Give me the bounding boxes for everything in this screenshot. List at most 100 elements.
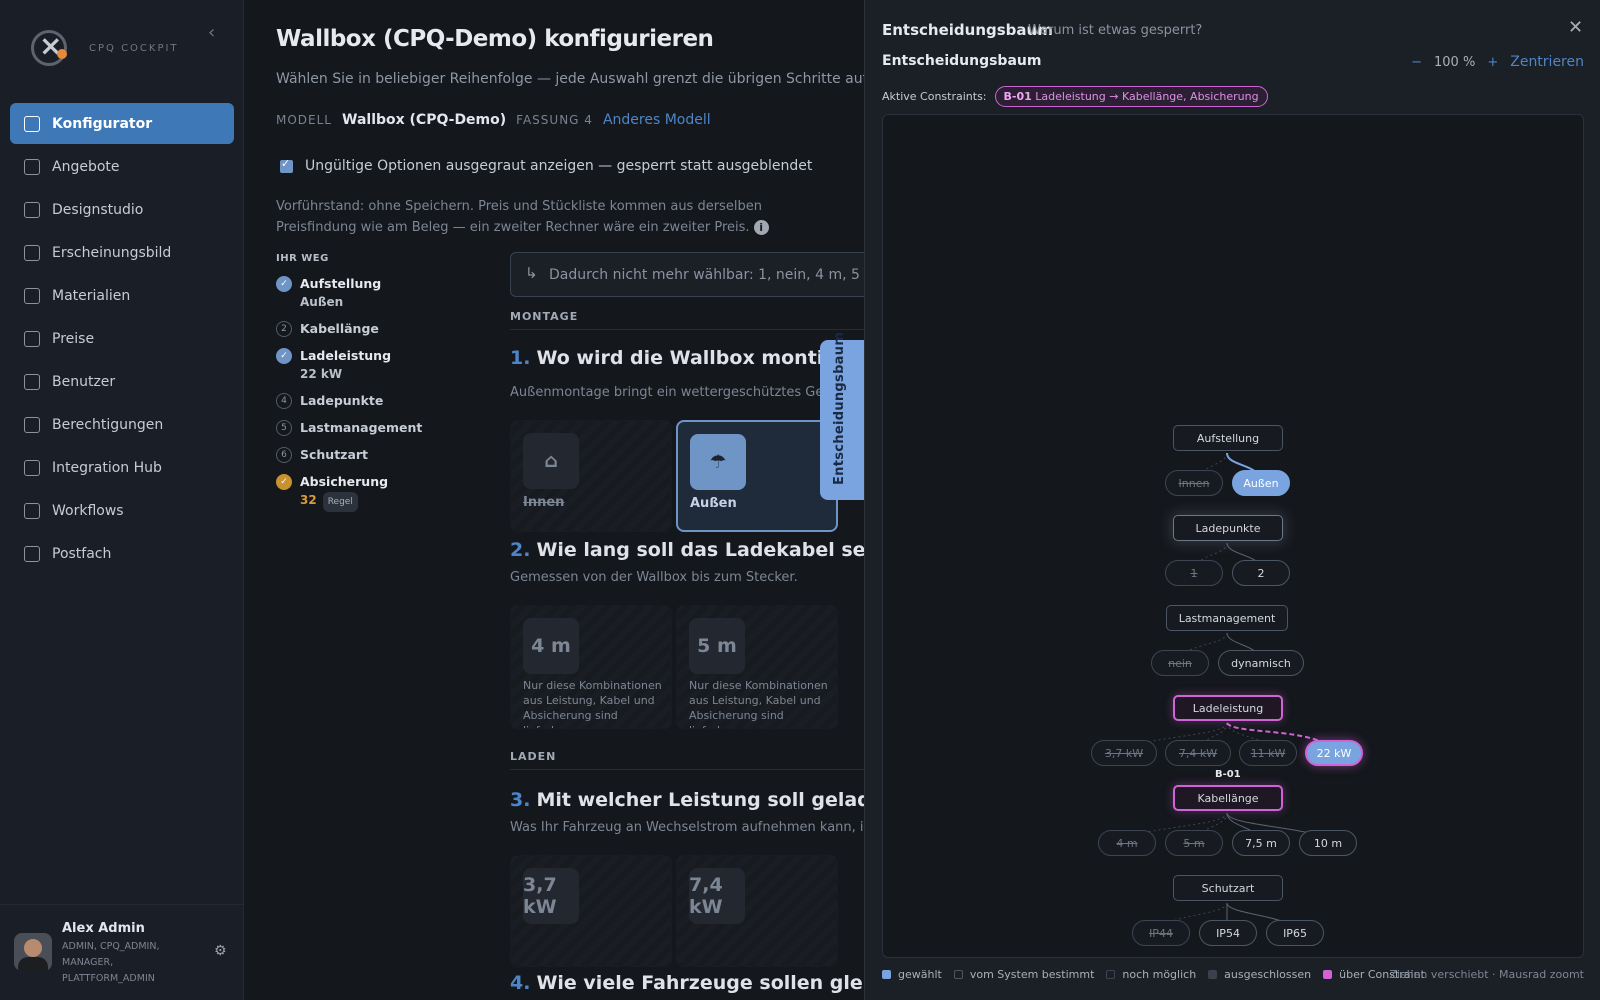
step-kabellaenge[interactable]: 2 Kabellänge	[276, 320, 466, 338]
tree-option-7-4kw[interactable]: 7,4 kW	[1165, 740, 1231, 766]
tree-option-nein[interactable]: nein	[1151, 650, 1209, 676]
constraint-chip[interactable]: B-01 Ladeleistung → Kabellänge, Absicher…	[994, 86, 1268, 107]
step-schutzart[interactable]: 6 Schutzart	[276, 446, 466, 464]
decision-tree-tab[interactable]: Entscheidungsbaum	[820, 332, 864, 500]
tree-option-dynamisch[interactable]: dynamisch	[1218, 650, 1304, 676]
sidebar-item-label: Integration Hub	[52, 459, 162, 476]
sidebar-item-label: Postfach	[52, 545, 112, 562]
question-number: 1.	[510, 347, 531, 369]
user-roles: ADMIN, CPQ_ADMIN, MANAGER, PLATTFORM_ADM…	[62, 941, 160, 984]
constraint-text: Ladeleistung → Kabellänge, Absicherung	[1035, 90, 1259, 103]
option-aussen[interactable]: ☂ Außen	[676, 420, 838, 532]
option-7-4kw[interactable]: 7,4 kW	[676, 855, 838, 967]
step-number: 6	[276, 447, 292, 463]
option-label: Innen	[523, 495, 565, 510]
settings-sliders-icon[interactable]: ⚙	[214, 943, 227, 959]
step-value: Außen	[300, 295, 344, 309]
tree-option-innen[interactable]: Innen	[1165, 470, 1223, 496]
question-1: 1. Wo wird die Wallbox montiert?	[510, 347, 864, 369]
question-number: 2.	[510, 539, 531, 561]
sidebar-item-label: Berechtigungen	[52, 416, 164, 433]
legend-swatch	[1106, 970, 1116, 979]
tree-option-ip65[interactable]: IP65	[1266, 920, 1324, 946]
tree-option-10m[interactable]: 10 m	[1299, 830, 1357, 856]
change-model-link[interactable]: Anderes Modell	[603, 112, 711, 128]
question-number: 3.	[510, 789, 531, 811]
sidebar-item-erscheinungsbild[interactable]: Erscheinungsbild	[10, 232, 234, 273]
option-3-7kw[interactable]: 3,7 kW	[510, 855, 672, 967]
center-button[interactable]: Zentrieren	[1510, 54, 1584, 70]
tree-canvas[interactable]: Aufstellung Innen Außen Ladepunkte 1 2 L…	[882, 114, 1584, 958]
sidebar-item-materialien[interactable]: Materialien	[10, 275, 234, 316]
step-absicherung[interactable]: ✓ Absicherung 32 Regel	[276, 473, 466, 512]
sidebar-item-benutzer[interactable]: Benutzer	[10, 361, 234, 402]
step-ladepunkte[interactable]: 4 Ladepunkte	[276, 392, 466, 410]
steps-title: IHR WEG	[276, 253, 329, 264]
tree-option-11kw[interactable]: 11 kW	[1239, 740, 1297, 766]
tree-option-4m[interactable]: 4 m	[1098, 830, 1156, 856]
tree-node-aufstellung[interactable]: Aufstellung	[1173, 425, 1283, 451]
brand-name: CPQ COCKPIT	[89, 43, 179, 54]
show-invalid-toggle[interactable]: Ungültige Optionen ausgegraut anzeigen —…	[280, 157, 812, 174]
legend-swatch	[1208, 970, 1218, 979]
tree-option-ip54[interactable]: IP54	[1199, 920, 1257, 946]
step-value: 22 kW	[300, 367, 343, 381]
avatar[interactable]	[14, 933, 52, 971]
option-badge: 5 m	[689, 618, 745, 674]
tree-option-ip44[interactable]: IP44	[1132, 920, 1190, 946]
section-montage: MONTAGE	[510, 310, 864, 330]
option-5m[interactable]: 5 m Nur diese Kombinationen aus Leistung…	[676, 605, 838, 729]
step-aufstellung[interactable]: ✓ Aufstellung Außen	[276, 275, 466, 311]
model-row: MODELL Wallbox (CPQ-Demo) FASSUNG 4 Ande…	[276, 112, 711, 128]
tree-option-3-7kw[interactable]: 3,7 kW	[1091, 740, 1157, 766]
step-ladeleistung[interactable]: ✓ Ladeleistung 22 kW	[276, 347, 466, 383]
sidebar-item-postfach[interactable]: Postfach	[10, 533, 234, 574]
show-invalid-checkbox[interactable]	[280, 157, 293, 173]
zoom-in-button[interactable]: +	[1487, 55, 1498, 70]
steps-list: ✓ Aufstellung Außen 2 Kabellänge ✓ Ladel…	[276, 275, 466, 521]
step-lastmanagement[interactable]: 5 Lastmanagement	[276, 419, 466, 437]
cube-icon	[24, 201, 40, 218]
tree-option-22kw[interactable]: 22 kW	[1305, 740, 1363, 766]
zoom-level: 100 %	[1434, 54, 1476, 70]
return-arrow-icon: ↳	[525, 264, 538, 282]
tree-option-aussen[interactable]: Außen	[1232, 470, 1290, 496]
tree-node-kabellaenge[interactable]: Kabellänge	[1173, 785, 1283, 811]
step-check-icon: ✓	[276, 276, 292, 292]
question-4: 4.Wie viele Fahrzeuge sollen gleichzeiti	[510, 972, 864, 994]
collapse-sidebar-icon[interactable]: ‹	[208, 22, 215, 43]
step-name: Kabellänge	[300, 321, 379, 336]
info-icon[interactable]: i	[753, 220, 769, 235]
sidebar-item-konfigurator[interactable]: Konfigurator	[10, 103, 234, 144]
tree-option-7-5m[interactable]: 7,5 m	[1232, 830, 1290, 856]
close-icon[interactable]: ✕	[1568, 17, 1583, 38]
tree-node-schutzart[interactable]: Schutzart	[1173, 875, 1283, 901]
page-lead: Wählen Sie in beliebiger Reihenfolge — j…	[276, 71, 864, 87]
sidebar-item-angebote[interactable]: Angebote	[10, 146, 234, 187]
sidebar-item-label: Workflows	[52, 502, 124, 519]
option-4m[interactable]: 4 m Nur diese Kombinationen aus Leistung…	[510, 605, 672, 729]
step-value-text: 32	[300, 493, 317, 507]
tree-option-1[interactable]: 1	[1165, 560, 1223, 586]
zoom-out-button[interactable]: −	[1411, 55, 1422, 70]
sidebar-item-workflows[interactable]: Workflows	[10, 490, 234, 531]
configurator-main: Wallbox (CPQ-Demo) konfigurieren Wählen …	[244, 0, 864, 1000]
legend-system: vom System bestimmt	[953, 968, 1094, 981]
tree-node-ladeleistung[interactable]: Ladeleistung	[1173, 695, 1283, 721]
sidebar-item-berechtigungen[interactable]: Berechtigungen	[10, 404, 234, 445]
sidebar-item-integration-hub[interactable]: Integration Hub	[10, 447, 234, 488]
tree-node-lastmanagement[interactable]: Lastmanagement	[1166, 605, 1288, 631]
step-value: 32 Regel	[300, 491, 466, 512]
step-name: Ladepunkte	[300, 393, 384, 408]
tree-node-ladepunkte[interactable]: Ladepunkte	[1173, 515, 1283, 541]
sidebar-item-designstudio[interactable]: Designstudio	[10, 189, 234, 230]
option-badge: 3,7 kW	[523, 868, 579, 924]
legend-label: noch möglich	[1122, 968, 1197, 981]
tree-option-2[interactable]: 2	[1232, 560, 1290, 586]
sidebar-item-preise[interactable]: Preise	[10, 318, 234, 359]
tree-option-5m[interactable]: 5 m	[1165, 830, 1223, 856]
check-circle-icon	[24, 416, 40, 433]
constraints-label: Aktive Constraints:	[882, 90, 987, 103]
document-icon	[24, 158, 40, 175]
option-innen[interactable]: ⌂ Innen	[510, 420, 672, 532]
